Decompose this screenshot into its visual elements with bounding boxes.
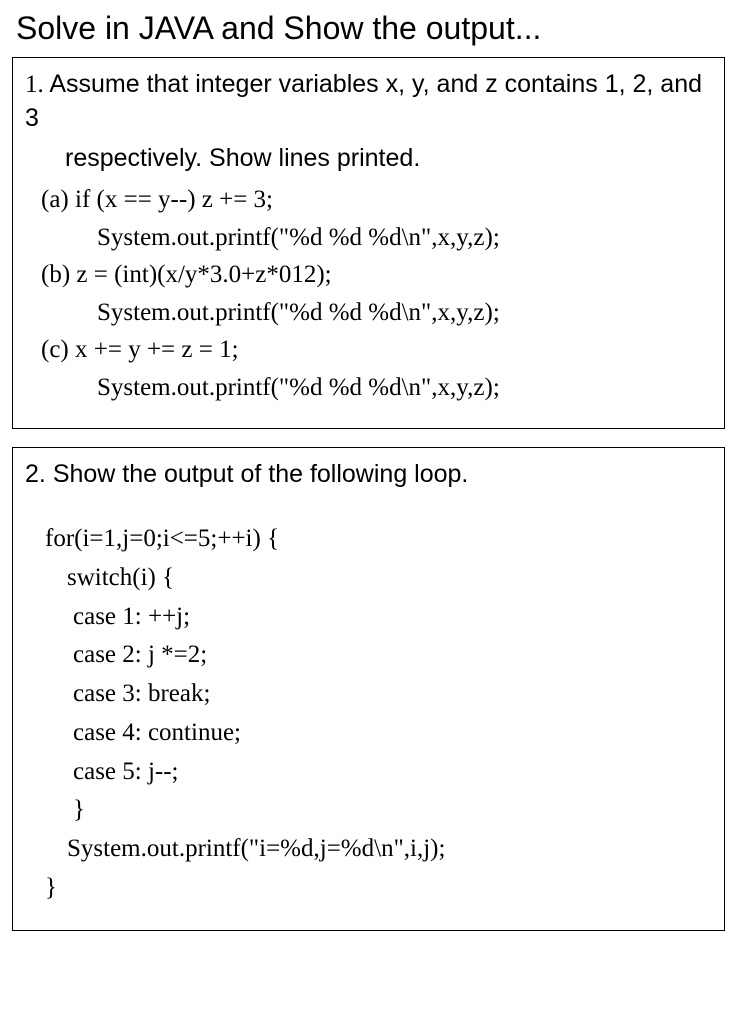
q2-code-line: System.out.printf("i=%d,j=%d\n",i,j); xyxy=(45,830,712,869)
q2-number: 2. xyxy=(25,460,46,488)
q1-a-print: System.out.printf("%d %d %d\n",x,y,z); xyxy=(25,219,712,257)
q1-a-label: (a) if (x == y--) z += 3; xyxy=(25,181,712,219)
q2-code-line: case 5: j--; xyxy=(45,753,712,792)
q1-c-print: System.out.printf("%d %d %d\n",x,y,z); xyxy=(25,369,712,407)
q1-prompt-line1: Assume that integer variables x, y, and … xyxy=(25,70,702,132)
q1-prompt-line2: respectively. Show lines printed. xyxy=(25,142,712,176)
q1-prompt: 1. Assume that integer variables x, y, a… xyxy=(25,68,712,136)
q2-code-line: } xyxy=(45,869,712,908)
question-2-box: 2. Show the output of the following loop… xyxy=(12,447,725,930)
q1-number: 1. xyxy=(25,71,44,98)
q2-code-line: case 4: continue; xyxy=(45,714,712,753)
q1-b-print: System.out.printf("%d %d %d\n",x,y,z); xyxy=(25,294,712,332)
q1-c-label: (c) x += y += z = 1; xyxy=(25,331,712,369)
q2-code-line: } xyxy=(45,791,712,830)
q2-code-line: case 3: break; xyxy=(45,675,712,714)
q2-code-line: case 2: j *=2; xyxy=(45,636,712,675)
q2-code-line: case 1: ++j; xyxy=(45,598,712,637)
q2-prompt-text: Show the output of the following loop. xyxy=(53,460,469,488)
q2-code-line: for(i=1,j=0;i<=5;++i) { xyxy=(45,520,712,559)
q2-code-block: for(i=1,j=0;i<=5;++i) { switch(i) { case… xyxy=(25,520,712,908)
q1-b-label: (b) z = (int)(x/y*3.0+z*012); xyxy=(25,256,712,294)
q2-prompt: 2. Show the output of the following loop… xyxy=(25,458,712,492)
q2-code-line: switch(i) { xyxy=(45,559,712,598)
page-title: Solve in JAVA and Show the output... xyxy=(12,10,725,47)
question-1-box: 1. Assume that integer variables x, y, a… xyxy=(12,57,725,429)
